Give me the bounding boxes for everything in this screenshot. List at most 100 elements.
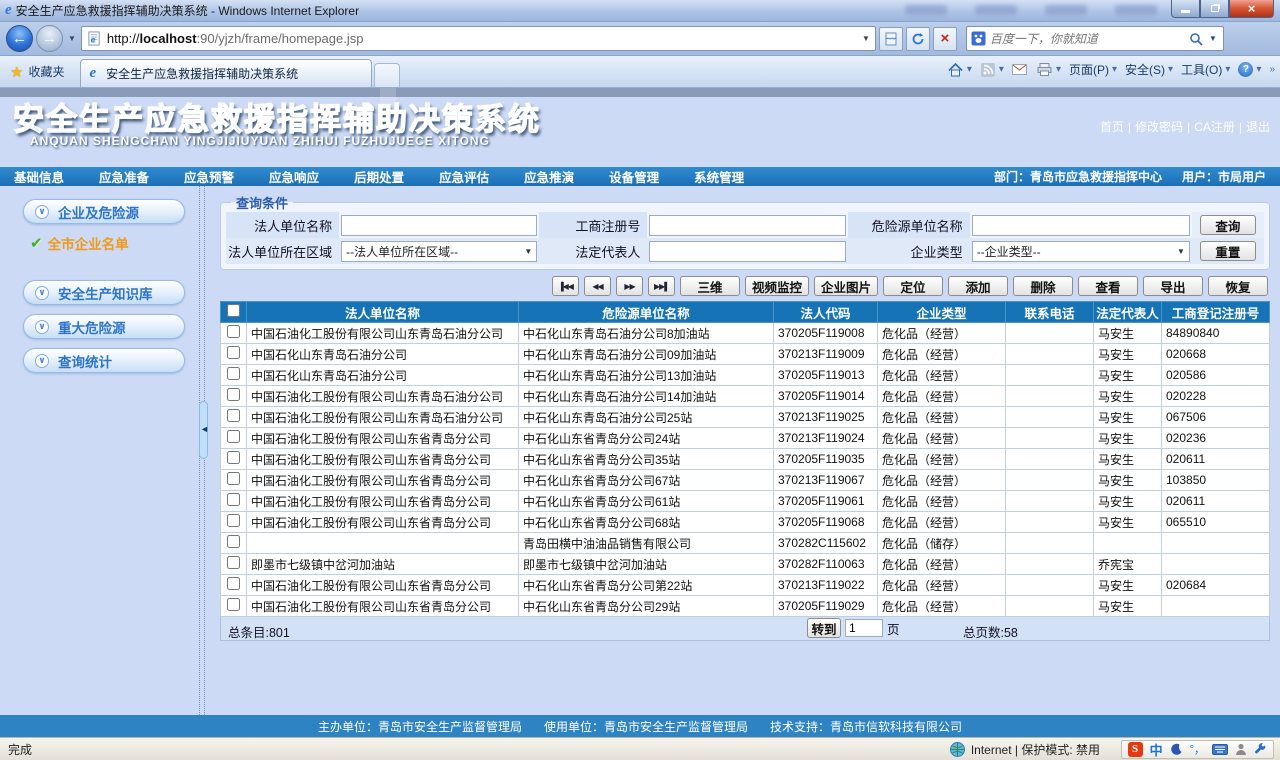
table-row[interactable]: 中国石油化工股份有限公司山东青岛石油分公司 中石化山东青岛石油分公司8加油站 370… <box>220 322 1270 344</box>
link-home[interactable]: 首页 <box>1100 118 1124 135</box>
sidebar-group-query-statistics[interactable]: ∨ 查询统计 <box>23 348 185 373</box>
feeds-button[interactable]: ▾ <box>980 62 1004 77</box>
print-button[interactable]: ▾ <box>1037 62 1061 77</box>
add-button[interactable]: 添加 <box>948 276 1008 296</box>
col-corp-name[interactable]: 法人单位名称 <box>246 301 519 323</box>
table-row[interactable]: 中国石油化工股份有限公司山东省青岛分公司 中石化山东省青岛分公司68站 370205… <box>220 511 1270 533</box>
enterprise-type-select[interactable]: --企业类型-- ▼ <box>971 240 1190 262</box>
row-checkbox[interactable] <box>227 325 240 338</box>
search-box[interactable]: ▼ <box>965 26 1224 51</box>
table-row[interactable]: 中国石油化工股份有限公司山东省青岛分公司 中石化山东省青岛分公司61站 370205… <box>220 490 1270 512</box>
table-row[interactable]: 中国石油化工股份有限公司山东青岛石油分公司 中石化山东青岛石油分公司25站 3702… <box>220 406 1270 428</box>
keyboard-icon[interactable] <box>1212 743 1228 755</box>
three-d-button[interactable]: 三维 <box>679 276 740 296</box>
table-row[interactable]: 中国石油化工股份有限公司山东省青岛分公司 中石化山东省青岛分公司29站 370205… <box>220 595 1270 617</box>
home-button[interactable]: ▾ <box>948 62 972 77</box>
minimize-button[interactable] <box>1171 0 1200 18</box>
sogou-icon[interactable]: S <box>1127 741 1143 757</box>
export-button[interactable]: 导出 <box>1143 276 1203 296</box>
menu-basic-info[interactable]: 基础信息 <box>14 167 64 186</box>
link-ca-register[interactable]: CA注册 <box>1194 118 1235 135</box>
row-checkbox[interactable] <box>227 367 240 380</box>
row-checkbox[interactable] <box>227 346 240 359</box>
enterprise-photo-button[interactable]: 企业图片 <box>813 276 878 296</box>
menu-emergency-response[interactable]: 应急响应 <box>269 167 319 186</box>
menu-post-disposal[interactable]: 后期处置 <box>354 167 404 186</box>
history-dropdown-icon[interactable]: ▼ <box>68 34 76 43</box>
col-business-reg-no[interactable]: 工商登记注册号 <box>1161 301 1270 323</box>
prev-page-button[interactable]: ◀◀ <box>583 276 611 296</box>
select-all-checkbox[interactable] <box>227 304 240 317</box>
delete-button[interactable]: 删除 <box>1013 276 1073 296</box>
close-button[interactable]: × <box>1229 0 1274 18</box>
page-menu[interactable]: 页面(P) ▾ <box>1069 61 1117 78</box>
overflow-chevron-icon[interactable]: » <box>1269 64 1274 75</box>
menu-equipment-mgmt[interactable]: 设备管理 <box>609 167 659 186</box>
row-checkbox[interactable] <box>227 430 240 443</box>
row-checkbox[interactable] <box>227 514 240 527</box>
table-row[interactable]: 中国石油化工股份有限公司山东青岛石油分公司 中石化山东青岛石油分公司14加油站 37… <box>220 385 1270 407</box>
address-dropdown-icon[interactable]: ▼ <box>862 34 870 43</box>
search-dropdown-icon[interactable]: ▼ <box>1209 34 1217 43</box>
col-legal-rep[interactable]: 法定代表人 <box>1093 301 1162 323</box>
locate-button[interactable]: 定位 <box>883 276 943 296</box>
restore-button-grid[interactable]: 恢复 <box>1208 276 1268 296</box>
sidebar-item-city-enterprise-list[interactable]: ✔ 全市企业名单 <box>30 233 208 253</box>
wrench-icon[interactable] <box>1254 742 1267 756</box>
reset-button[interactable]: 重置 <box>1199 241 1256 261</box>
moon-icon[interactable] <box>1170 743 1183 756</box>
row-checkbox[interactable] <box>227 535 240 548</box>
table-row[interactable]: 中国石油化工股份有限公司山东省青岛分公司 中石化山东省青岛分公司67站 370213… <box>220 469 1270 491</box>
table-row[interactable]: 中国石油化工股份有限公司山东省青岛分公司 中石化山东省青岛分公司24站 370213… <box>220 427 1270 449</box>
restore-button[interactable] <box>1200 0 1229 18</box>
first-page-button[interactable]: ▐◀◀ <box>551 276 579 296</box>
address-bar[interactable]: e http://localhost:90/yjzh/frame/homepag… <box>80 26 876 51</box>
sidebar-group-enterprise-hazard[interactable]: ∨ 企业及危险源 <box>23 199 185 224</box>
search-input[interactable] <box>989 31 1185 46</box>
refresh-button[interactable] <box>905 26 930 51</box>
forward-button[interactable]: → <box>36 25 63 52</box>
col-phone[interactable]: 联系电话 <box>1005 301 1094 323</box>
table-row[interactable]: 中国石油化工股份有限公司山东省青岛分公司 中石化山东省青岛分公司第22站 37021… <box>220 574 1270 596</box>
link-logout[interactable]: 退出 <box>1246 118 1270 135</box>
last-page-button[interactable]: ▶▶▌ <box>647 276 675 296</box>
menu-emergency-prep[interactable]: 应急准备 <box>99 167 149 186</box>
menu-emergency-evaluation[interactable]: 应急评估 <box>439 167 489 186</box>
search-magnifier-icon[interactable] <box>1189 32 1203 46</box>
sidebar-group-major-hazard[interactable]: ∨ 重大危险源 <box>23 314 185 339</box>
row-checkbox[interactable] <box>227 598 240 611</box>
video-monitor-button[interactable]: 视频监控 <box>744 276 809 296</box>
table-row[interactable]: 中国石油化工股份有限公司山东省青岛分公司 中石化山东省青岛分公司35站 370205… <box>220 448 1270 470</box>
favorites-button[interactable]: ★ 收藏夹 <box>0 56 76 87</box>
table-row[interactable]: 中国石化山东青岛石油分公司 中石化山东青岛石油分公司09加油站 370213F119… <box>220 343 1270 365</box>
browser-tab[interactable]: e 安全生产应急救援指挥辅助决策系统 <box>80 59 373 87</box>
sidebar-group-safety-knowledge[interactable]: ∨ 安全生产知识库 <box>23 280 185 305</box>
table-row[interactable]: 青岛田横中油油品销售有限公司 370282C115602 危化品（储存） <box>220 532 1270 554</box>
menu-system-mgmt[interactable]: 系统管理 <box>694 167 744 186</box>
stop-button[interactable]: × <box>932 26 957 51</box>
menu-emergency-warning[interactable]: 应急预警 <box>184 167 234 186</box>
view-button[interactable]: 查看 <box>1078 276 1138 296</box>
col-enterprise-type[interactable]: 企业类型 <box>877 301 1006 323</box>
table-row[interactable]: 中国石化山东青岛石油分公司 中石化山东青岛石油分公司13加油站 370205F119… <box>220 364 1270 386</box>
row-checkbox[interactable] <box>227 451 240 464</box>
punctuation-icon[interactable]: °， <box>1190 741 1205 757</box>
chinese-mode-icon[interactable]: 中 <box>1150 740 1163 759</box>
page-number-input[interactable] <box>845 619 883 637</box>
table-row[interactable]: 即墨市七级镇中岔河加油站 即墨市七级镇中岔河加油站 370282F110063 危化品… <box>220 553 1270 575</box>
user-icon[interactable] <box>1235 743 1247 756</box>
row-checkbox[interactable] <box>227 577 240 590</box>
sidebar-collapse-handle[interactable]: ◄ <box>199 401 209 459</box>
row-checkbox[interactable] <box>227 556 240 569</box>
safety-menu[interactable]: 安全(S) ▾ <box>1125 61 1173 78</box>
hazard-name-input[interactable] <box>971 214 1190 236</box>
row-checkbox[interactable] <box>227 472 240 485</box>
back-button[interactable]: ← <box>6 25 33 52</box>
menu-emergency-drill[interactable]: 应急推演 <box>524 167 574 186</box>
help-menu[interactable]: ? ▾ <box>1238 62 1261 77</box>
row-checkbox[interactable] <box>227 493 240 506</box>
tools-menu[interactable]: 工具(O) ▾ <box>1181 61 1230 78</box>
search-button[interactable]: 查询 <box>1199 215 1256 235</box>
region-select[interactable]: --法人单位所在区域-- ▼ <box>341 240 538 262</box>
reg-no-input[interactable] <box>649 214 846 236</box>
